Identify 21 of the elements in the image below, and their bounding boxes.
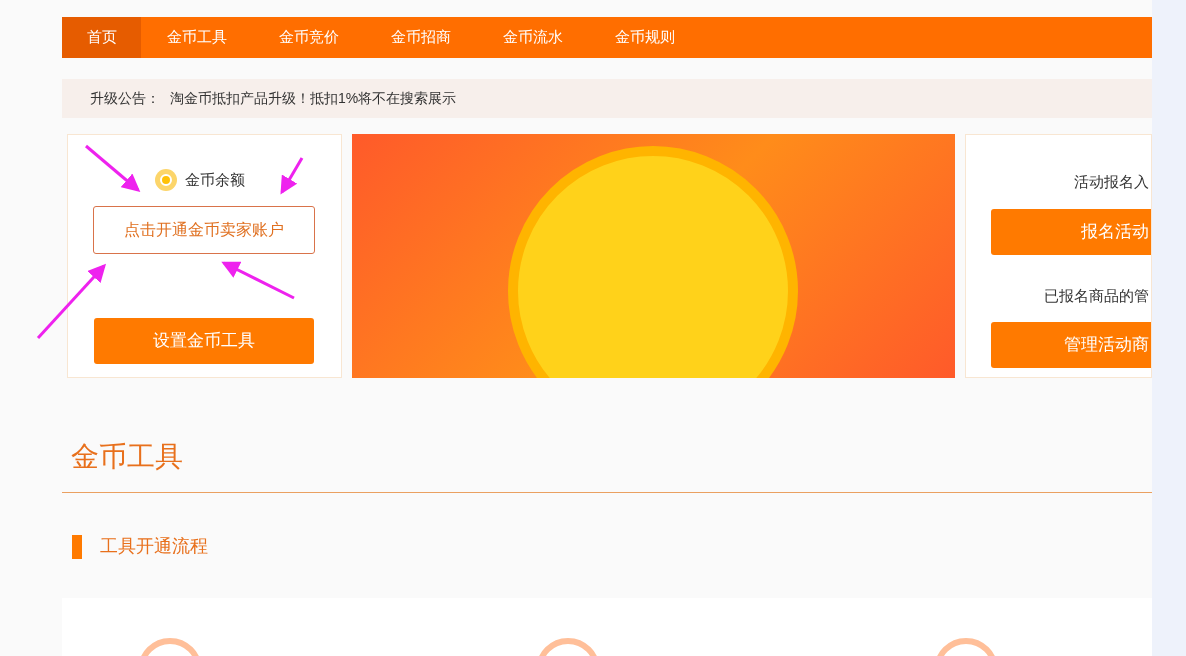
subsection-title: 工具开通流程 [100,535,208,558]
open-account-button[interactable]: 点击开通金币卖家账户 [93,205,316,254]
balance-label: 金币余额 [185,170,246,190]
manage-button[interactable]: 管理活动商 [991,322,1151,368]
section-marker-icon [72,534,82,559]
coin-icon [155,169,178,192]
setup-tools-button[interactable]: 设置金币工具 [94,317,315,364]
annotation-arrow [85,144,141,192]
section-title: 金币工具 [71,441,183,472]
nav-tab[interactable]: 金币流水 [477,17,589,58]
nav-tab[interactable]: 金币规则 [589,17,701,58]
activity-entry-label: 活动报名入 [1074,172,1149,192]
signup-button[interactable]: 报名活动 [991,208,1151,255]
nav-tab[interactable]: 金币招商 [365,17,477,58]
nav-tab[interactable]: 金币竞价 [253,17,365,58]
notice-label: 升级公告： [90,89,160,108]
annotation-arrow [280,157,304,195]
manage-label: 已报名商品的管 [1044,285,1149,306]
nav-tab[interactable]: 金币工具 [141,17,253,58]
notice-text: 淘金币抵扣产品升级！抵扣1%将不在搜索展示 [170,89,457,108]
nav-tab[interactable]: 首页 [62,17,141,58]
